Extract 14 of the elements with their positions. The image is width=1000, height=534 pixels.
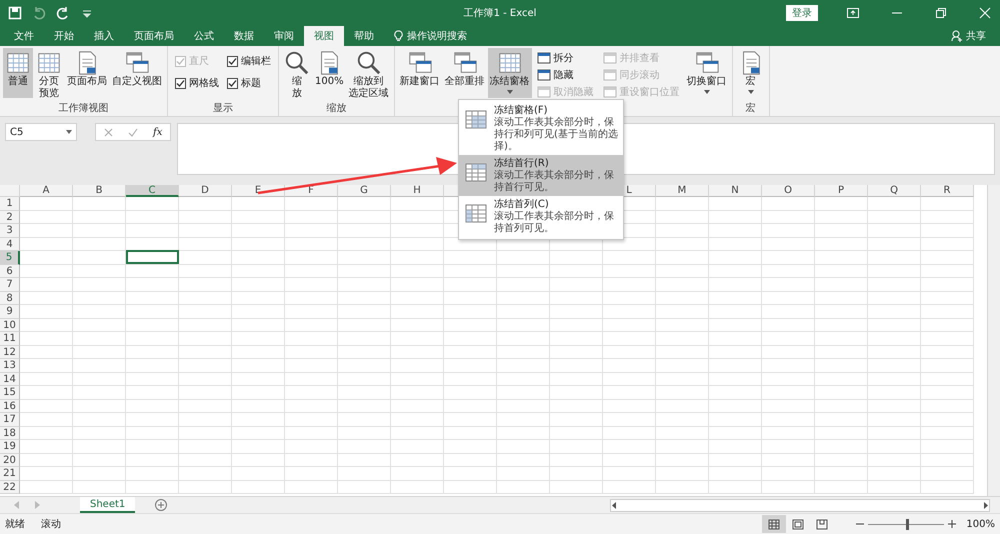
- menu-item-title: 冻结窗格(F): [494, 104, 549, 116]
- menu-item-title: 冻结首列(C): [494, 198, 550, 210]
- group-label: 工作簿视图: [58, 103, 108, 114]
- status-text: 就绪: [5, 518, 25, 531]
- group-label: 缩放: [326, 103, 346, 114]
- menu-item-title: 冻结首行(R): [494, 157, 550, 170]
- menu-item-description: 滚动工作表其余部分时，保持首列可见。: [494, 211, 615, 235]
- window-title: 工作簿1 - Excel: [464, 7, 536, 20]
- group-label: 宏: [746, 103, 756, 114]
- status-text: 滚动: [41, 518, 61, 531]
- zoom-level: 100%: [966, 518, 995, 530]
- menu-item-description: 滚动工作表其余部分时，保持行和列可见(基于当前的选择)。: [494, 117, 619, 153]
- group-label: 显示: [213, 103, 233, 114]
- tell-me-label: 操作说明搜索: [407, 30, 467, 43]
